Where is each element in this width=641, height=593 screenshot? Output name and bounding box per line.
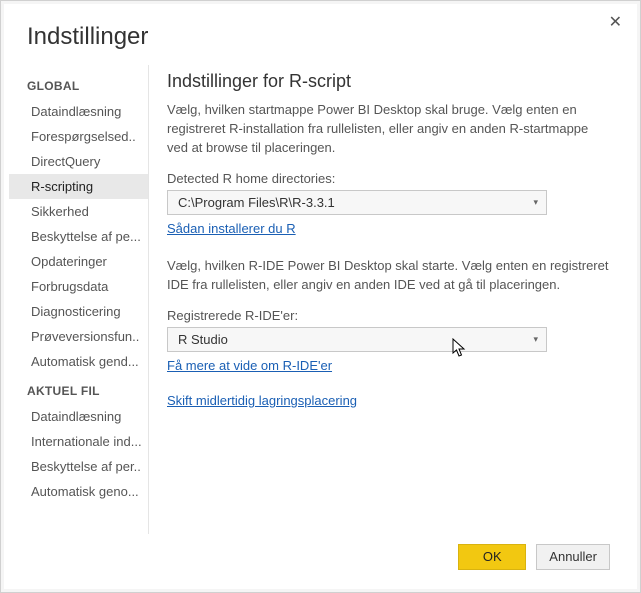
dropdown-r-home-value: C:\Program Files\R\R-3.3.1 [178, 195, 335, 210]
content-pane: Indstillinger for R-script Vælg, hvilken… [149, 65, 632, 534]
link-ride-info[interactable]: Få mere at vide om R-IDE'er [167, 358, 332, 373]
cancel-button[interactable]: Annuller [536, 544, 610, 570]
sidebar-header-global: GLOBAL [9, 69, 148, 99]
sidebar-item-aktuel-1[interactable]: Internationale ind... [9, 429, 148, 454]
sidebar-item-global-5[interactable]: Beskyttelse af pe... [9, 224, 148, 249]
dropdown-r-ide[interactable]: R Studio ▾ [167, 327, 547, 352]
label-r-ide: Registrerede R-IDE'er: [167, 308, 610, 323]
link-install-r[interactable]: Sådan installerer du R [167, 221, 296, 236]
dropdown-r-ide-value: R Studio [178, 332, 228, 347]
sidebar-item-global-0[interactable]: Dataindlæsning [9, 99, 148, 124]
sidebar-item-global-2[interactable]: DirectQuery [9, 149, 148, 174]
link-temp-storage[interactable]: Skift midlertidig lagringsplacering [167, 393, 357, 408]
sidebar-item-global-3[interactable]: R-scripting [9, 174, 148, 199]
chevron-down-icon: ▾ [533, 197, 538, 208]
sidebar-item-aktuel-2[interactable]: Beskyttelse af per.. [9, 454, 148, 479]
desc-rhome: Vælg, hvilken startmappe Power BI Deskto… [167, 100, 610, 157]
close-icon[interactable]: ✕ [605, 11, 626, 35]
label-r-home: Detected R home directories: [167, 171, 610, 186]
sidebar-item-global-7[interactable]: Forbrugsdata [9, 274, 148, 299]
dialog-title: Indstillinger [9, 9, 632, 65]
sidebar-item-aktuel-3[interactable]: Automatisk geno... [9, 479, 148, 504]
content-heading: Indstillinger for R-script [167, 71, 610, 92]
chevron-down-icon: ▾ [533, 334, 538, 345]
dropdown-r-home[interactable]: C:\Program Files\R\R-3.3.1 ▾ [167, 190, 547, 215]
ok-button[interactable]: OK [458, 544, 526, 570]
sidebar-item-global-9[interactable]: Prøveversionsfun.. [9, 324, 148, 349]
sidebar-item-global-6[interactable]: Opdateringer [9, 249, 148, 274]
desc-ride: Vælg, hvilken R-IDE Power BI Desktop ska… [167, 256, 610, 294]
sidebar-item-global-10[interactable]: Automatisk gend... [9, 349, 148, 374]
sidebar: GLOBAL DataindlæsningForespørgselsed..Di… [9, 65, 149, 534]
sidebar-item-global-8[interactable]: Diagnosticering [9, 299, 148, 324]
sidebar-item-aktuel-0[interactable]: Dataindlæsning [9, 404, 148, 429]
sidebar-item-global-4[interactable]: Sikkerhed [9, 199, 148, 224]
sidebar-header-aktuel: AKTUEL FIL [9, 374, 148, 404]
dialog-footer: OK Annuller [9, 534, 632, 584]
sidebar-item-global-1[interactable]: Forespørgselsed.. [9, 124, 148, 149]
